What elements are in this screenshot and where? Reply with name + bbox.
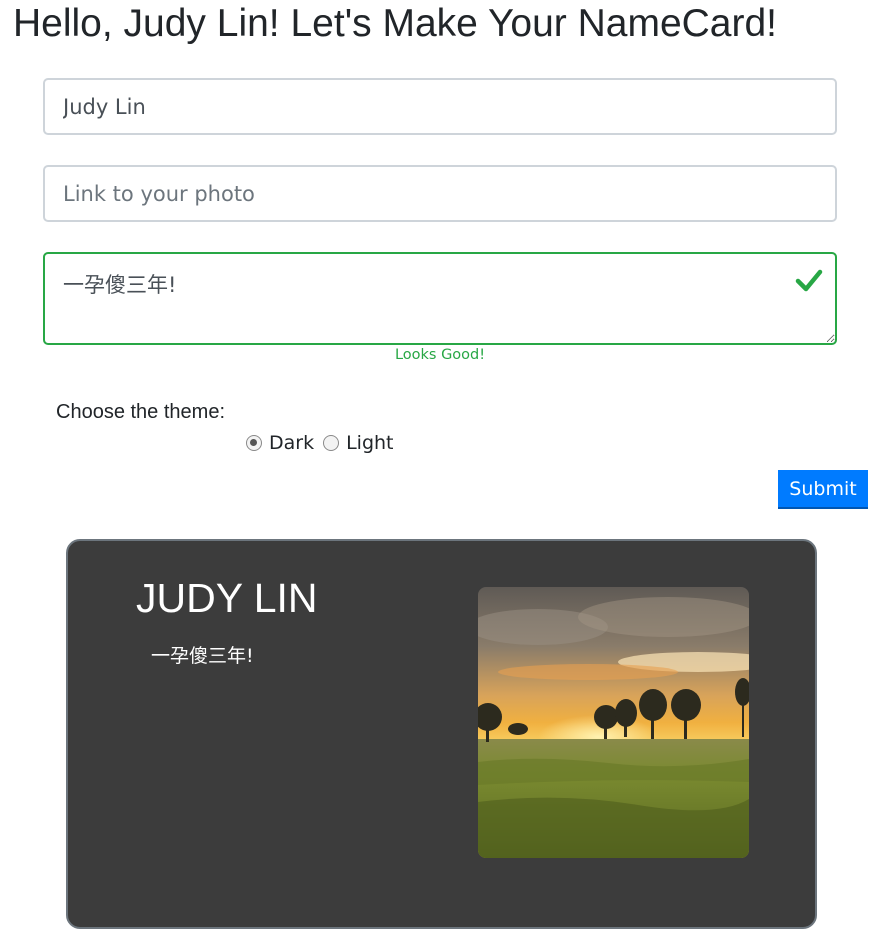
submit-button[interactable]: Submit <box>778 470 868 509</box>
radio-dark[interactable] <box>246 435 262 451</box>
motto-textarea[interactable]: 一孕傻三年! <box>43 252 837 345</box>
card-motto: 一孕傻三年! <box>151 645 254 667</box>
photo-link-input[interactable] <box>43 165 837 222</box>
card-name: JUDY LIN <box>136 575 318 621</box>
card-photo <box>478 587 749 858</box>
namecard-preview: JUDY LIN 一孕傻三年! <box>66 539 817 929</box>
checkmark-icon <box>795 269 823 292</box>
theme-radio-group: Dark Light <box>246 432 403 454</box>
landscape-sunset-photo <box>478 587 749 858</box>
radio-light-label[interactable]: Light <box>346 432 393 454</box>
valid-feedback: Looks Good! <box>394 347 486 363</box>
radio-dark-label[interactable]: Dark <box>269 432 314 454</box>
theme-label: Choose the theme: <box>56 401 225 423</box>
name-input[interactable] <box>43 78 837 135</box>
page-title: Hello, Judy Lin! Let's Make Your NameCar… <box>13 2 778 45</box>
radio-light[interactable] <box>323 435 340 451</box>
